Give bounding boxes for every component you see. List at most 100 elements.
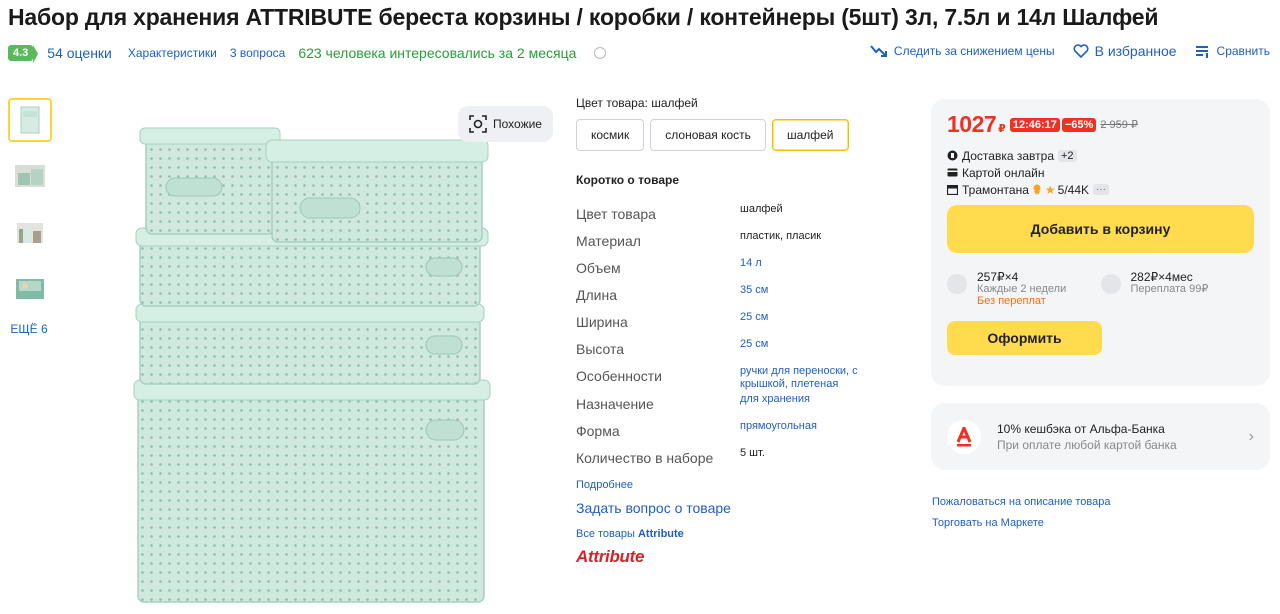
spec-value[interactable]: 25 см <box>740 336 880 351</box>
spec-row: Объем 14 л <box>576 255 896 282</box>
spec-row: Длина 35 см <box>576 282 896 309</box>
scan-icon <box>469 115 487 133</box>
delivery-line[interactable]: Доставка завтра +2 <box>947 148 1254 163</box>
spec-key: Количество в наборе <box>576 450 714 466</box>
thumbnail-2[interactable] <box>8 154 52 198</box>
spec-value[interactable]: для хранения <box>740 391 880 406</box>
spec-row: Ширина 25 см <box>576 309 896 336</box>
installment-sub-2: Переплата 99₽ <box>1130 283 1209 295</box>
more-details-link[interactable]: Подробнее <box>576 479 896 491</box>
product-meta-row: 4.3 54 оценки Характеристики 3 вопроса 6… <box>8 42 607 64</box>
spec-key: Длина <box>576 287 617 303</box>
thumbnail-list: ЕЩЁ 6 <box>8 98 52 336</box>
spec-value[interactable]: 25 см <box>740 309 880 324</box>
all-goods-prefix: Все товары <box>576 528 635 540</box>
seller-line[interactable]: Трамонтана ★ 5/44K ··· <box>947 182 1254 197</box>
heart-icon <box>1073 44 1089 58</box>
product-title: Набор для хранения ATTRIBUTE береста кор… <box>8 4 1159 30</box>
delivery-text: Доставка завтра <box>962 148 1054 163</box>
rating-badge[interactable]: 4.3 <box>8 45 39 63</box>
color-option-kosmik[interactable]: космик <box>576 119 645 151</box>
payment-text: Картой онлайн <box>962 165 1045 180</box>
spec-row: Высота 25 см <box>576 336 896 363</box>
shop-icon <box>947 184 958 195</box>
product-details: Цвет товара: шалфей космик слоновая кост… <box>576 96 896 566</box>
compare-button[interactable]: Сравнить <box>1195 44 1270 58</box>
similar-label: Похожие <box>493 117 542 131</box>
delivery-icon <box>947 150 958 161</box>
discount-badge: −65% <box>1061 117 1097 132</box>
thumbnail-1[interactable] <box>8 98 52 142</box>
installment-radio-1[interactable] <box>947 274 967 294</box>
star-icon: ★ <box>1044 182 1056 197</box>
seller-rating: 5/44K <box>1057 182 1090 197</box>
questions-link[interactable]: 3 вопроса <box>230 46 285 60</box>
color-options: космик слоновая кость шалфей <box>576 119 896 151</box>
color-option-sage[interactable]: шалфей <box>771 119 849 151</box>
sell-on-market-link[interactable]: Торговать на Маркете <box>932 513 1111 534</box>
spec-key: Ширина <box>576 314 628 330</box>
reviews-link[interactable]: 54 оценки <box>47 45 112 61</box>
similar-button[interactable]: Похожие <box>458 106 553 142</box>
spec-value: 5 шт. <box>740 447 765 459</box>
side-links: Пожаловаться на описание товара Торговат… <box>932 492 1111 534</box>
complain-link[interactable]: Пожаловаться на описание товара <box>932 492 1111 513</box>
spec-key: Цвет товара <box>576 206 656 222</box>
characteristics-link[interactable]: Характеристики <box>128 46 217 60</box>
price-watch-button[interactable]: Следить за снижением цены <box>870 44 1055 58</box>
alfa-cashback-subtitle: При оплате любой картой банка <box>997 437 1177 452</box>
brand-logo[interactable]: Attribute <box>576 548 896 566</box>
spec-row: Материал пластик, пласик <box>576 228 896 255</box>
price-watch-label: Следить за снижением цены <box>893 44 1055 58</box>
color-option-ivory[interactable]: слоновая кость <box>650 119 766 151</box>
installment-option-2[interactable]: 282₽×4мес Переплата 99₽ <box>1100 271 1255 307</box>
installment-options: 257₽×4 Каждые 2 недели Без переплат 282₽… <box>947 271 1254 307</box>
installment-option-1[interactable]: 257₽×4 Каждые 2 недели Без переплат <box>947 271 1101 307</box>
top-actions: Следить за снижением цены В избранное Ср… <box>852 43 1270 59</box>
spec-row: Назначение для хранения <box>576 391 896 418</box>
spec-value[interactable]: ручки для переноски, с крышкой, плетеная <box>740 363 880 391</box>
interest-text: 623 человека интересовались за 2 месяца <box>298 45 577 61</box>
more-images-link[interactable]: ЕЩЁ 6 <box>6 322 52 336</box>
spec-row: Количество в наборе 5 шт. <box>576 445 896 472</box>
product-main-image[interactable] <box>120 100 500 610</box>
installment-radio-2[interactable] <box>1100 274 1121 294</box>
compare-icon <box>1195 46 1208 58</box>
chevron-right-icon: › <box>1248 427 1254 445</box>
buy-card: 1027 ₽ 12:46:17 −65% 2 959 ₽ Доставка за… <box>931 99 1270 386</box>
info-icon[interactable] <box>594 47 607 59</box>
spec-row: Форма прямоугольная <box>576 418 896 445</box>
card-icon <box>947 168 958 177</box>
checkout-button[interactable]: Оформить <box>947 321 1102 355</box>
spec-value[interactable]: 14 л <box>740 255 880 270</box>
add-to-cart-button[interactable]: Добавить в корзину <box>947 205 1254 253</box>
spec-value[interactable]: 35 см <box>740 282 880 297</box>
installment-amount-1: 257₽×4 <box>977 270 1019 284</box>
spec-key: Форма <box>576 423 620 439</box>
spec-key: Материал <box>576 233 641 249</box>
favorite-button[interactable]: В избранное <box>1073 43 1177 59</box>
spec-key: Назначение <box>576 396 654 412</box>
ask-question-link[interactable]: Задать вопрос о товаре <box>576 500 896 516</box>
installment-note-1: Без переплат <box>977 295 1046 307</box>
spec-key: Особенности <box>576 368 662 384</box>
spec-value[interactable]: прямоугольная <box>740 418 880 433</box>
alfa-cashback-card[interactable]: 10% кешбэка от Альфа-Банка При оплате лю… <box>931 403 1270 470</box>
thumbnail-3[interactable] <box>8 210 52 254</box>
brief-title: Коротко о товаре <box>576 173 680 187</box>
price-currency: ₽ <box>998 123 1006 135</box>
medal-icon <box>1033 184 1041 195</box>
seller-more-button[interactable]: ··· <box>1093 184 1110 195</box>
favorite-label: В избранное <box>1094 43 1177 59</box>
installment-sub-1: Каждые 2 недели <box>977 283 1067 295</box>
all-brand-goods-link[interactable]: Все товары Attribute <box>576 528 896 540</box>
payment-line: Картой онлайн <box>947 165 1254 180</box>
price-row: 1027 ₽ 12:46:17 −65% 2 959 ₽ <box>947 111 1254 138</box>
alfa-bank-logo <box>947 419 981 454</box>
price: 1027 <box>947 111 997 137</box>
discount-timer: 12:46:17 <box>1009 117 1060 132</box>
spec-value: шалфей <box>740 203 783 215</box>
brand-logo-word: Attribute <box>576 547 645 566</box>
thumbnail-4[interactable] <box>8 266 52 310</box>
old-price: 2 959 ₽ <box>1100 119 1138 131</box>
